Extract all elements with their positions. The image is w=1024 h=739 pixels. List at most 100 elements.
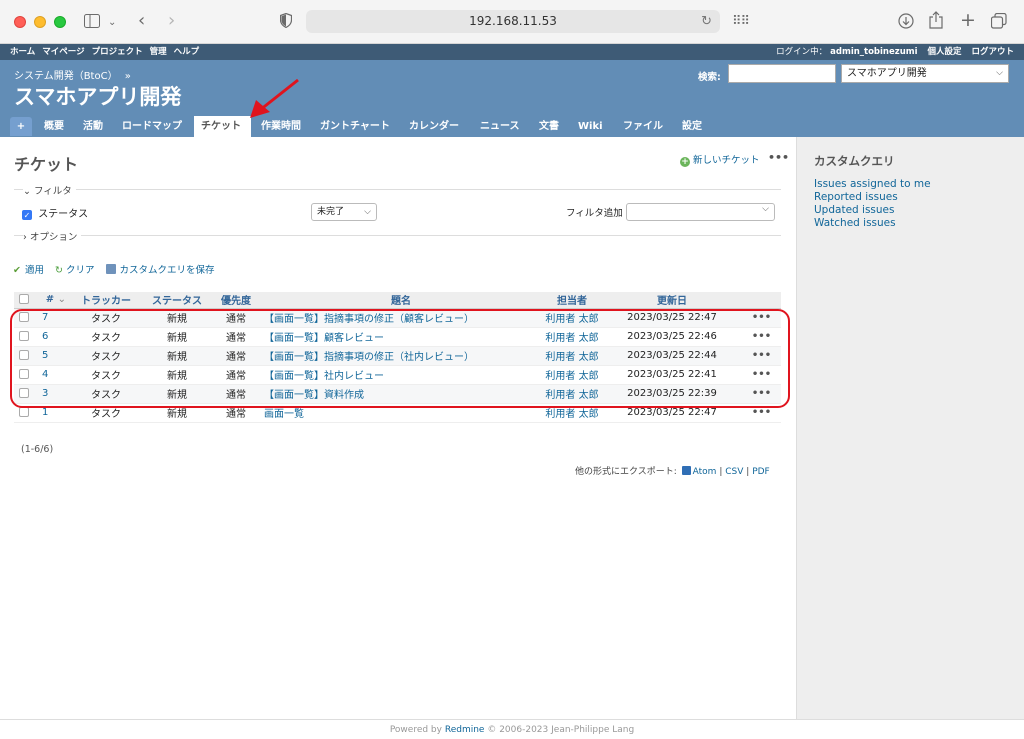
- logout-link[interactable]: ログアウト: [971, 47, 1014, 57]
- top-menu-projects-link[interactable]: プロジェクト: [92, 47, 143, 57]
- query-link-assigned-to-me[interactable]: Issues assigned to me: [814, 178, 931, 190]
- tab-calendar[interactable]: カレンダー: [402, 116, 466, 137]
- project-header: システム開発（BtoC） » スマホアプリ開発 検索: スマホアプリ開発 ⌵ +…: [0, 60, 1024, 137]
- table-header-row: # ⌄ トラッカー ステータス 優先度 題名 担当者 更新日: [14, 292, 781, 309]
- page-title: チケット: [14, 155, 79, 174]
- tab-overview[interactable]: 概要: [37, 116, 71, 137]
- sidebar: カスタムクエリ Issues assigned to me Reported i…: [796, 137, 1024, 719]
- issue-count: (1-6/6): [21, 444, 54, 455]
- select-all-header: [14, 292, 34, 309]
- search-input[interactable]: [728, 64, 836, 83]
- chevron-down-icon[interactable]: ⌄: [108, 15, 116, 31]
- apply-label: 適用: [24, 265, 44, 276]
- column-header-updated[interactable]: 更新日: [602, 292, 742, 309]
- options-legend[interactable]: › オプション: [23, 229, 82, 243]
- status-operator-select[interactable]: 未完了 ⌵: [311, 203, 377, 221]
- tab-wiki[interactable]: Wiki: [571, 116, 610, 137]
- select-all-checkbox[interactable]: [19, 293, 29, 304]
- top-menu-my-page-link[interactable]: マイページ: [42, 47, 84, 57]
- export-label: 他の形式にエクスポート:: [575, 467, 677, 477]
- export-separator: |: [746, 467, 750, 477]
- tab-gantt[interactable]: ガントチャート: [313, 116, 397, 137]
- column-header-priority[interactable]: 優先度: [212, 292, 260, 309]
- save-icon: [105, 264, 116, 274]
- tab-activity[interactable]: 活動: [76, 116, 110, 137]
- chevron-down-icon: ⌵: [762, 204, 769, 214]
- browser-toolbar: ⌄ ‹ › 192.168.11.53 ↻ ⠿⠿ +: [0, 0, 1024, 44]
- status-filter-label: ステータス: [38, 209, 89, 220]
- add-icon: +: [680, 157, 690, 167]
- column-header-status[interactable]: ステータス: [142, 292, 212, 309]
- sidebar-toggle-icon[interactable]: [84, 14, 100, 31]
- tab-news[interactable]: ニュース: [473, 116, 527, 137]
- address-text: 192.168.11.53: [469, 14, 557, 28]
- parent-project-breadcrumb: システム開発（BtoC） »: [14, 67, 131, 82]
- export-pdf-link[interactable]: PDF: [752, 467, 770, 477]
- my-account-link[interactable]: 個人設定: [928, 47, 962, 57]
- filter-legend-label: フィルタ: [34, 186, 72, 197]
- top-menu-help-link[interactable]: ヘルプ: [174, 47, 200, 57]
- filter-legend[interactable]: ⌄ フィルタ: [23, 183, 76, 197]
- tab-settings[interactable]: 設定: [675, 116, 709, 137]
- main-menu-tabs: + 概要 活動 ロードマップ チケット 作業時間 ガントチャート カレンダー ニ…: [0, 116, 1024, 137]
- reload-icon[interactable]: ↻: [701, 10, 712, 33]
- privacy-shield-icon[interactable]: [279, 12, 293, 31]
- sidebar-title: カスタムクエリ: [814, 154, 895, 168]
- chevron-down-icon: ⌵: [996, 68, 1003, 78]
- top-menu: ホーム マイページ プロジェクト 管理 ヘルプ ログイン中： admin_tobinezu…: [0, 44, 1024, 60]
- export-links: 他の形式にエクスポート: Atom | CSV | PDF: [575, 464, 770, 477]
- status-filter-checkbox[interactable]: ✓: [22, 210, 32, 220]
- column-header-tracker[interactable]: トラッカー: [70, 292, 142, 309]
- redmine-link[interactable]: Redmine: [445, 725, 485, 735]
- add-filter-label: フィルタ追加: [566, 208, 623, 219]
- filter-fieldset-border: [14, 189, 781, 190]
- export-atom-link[interactable]: Atom: [693, 467, 717, 477]
- export-csv-link[interactable]: CSV: [725, 467, 743, 477]
- back-arrow-icon[interactable]: ‹: [138, 12, 145, 30]
- add-filter-select[interactable]: ⌵: [626, 203, 775, 221]
- tab-roadmap[interactable]: ロードマップ: [115, 116, 189, 137]
- new-tab-plus-icon[interactable]: +: [960, 11, 976, 30]
- tab-files[interactable]: ファイル: [616, 116, 670, 137]
- apply-button[interactable]: ✔ 適用: [13, 265, 44, 276]
- project-jump-value: スマホアプリ開発: [847, 68, 927, 79]
- more-actions-icon[interactable]: •••: [768, 151, 789, 164]
- column-header-subject[interactable]: 題名: [260, 292, 542, 309]
- annotation-highlight-box: [10, 309, 790, 408]
- tab-documents[interactable]: 文書: [532, 116, 566, 137]
- footer-prefix: Powered by: [389, 725, 442, 735]
- downloads-icon[interactable]: [898, 13, 914, 32]
- top-menu-admin-link[interactable]: 管理: [150, 47, 167, 57]
- options-fieldset-border: [14, 235, 781, 236]
- query-link-reported[interactable]: Reported issues: [814, 191, 898, 203]
- top-menu-home-link[interactable]: ホーム: [10, 47, 35, 57]
- close-window-button[interactable]: [14, 16, 26, 28]
- forward-arrow-icon[interactable]: ›: [168, 12, 175, 30]
- search-label: 検索:: [698, 72, 721, 83]
- share-icon[interactable]: [929, 11, 943, 32]
- tabs-overview-icon[interactable]: [990, 12, 1007, 32]
- tab-overview-grid-icon[interactable]: ⠿⠿: [732, 14, 750, 30]
- sort-chevron-icon: ⌄: [57, 294, 66, 306]
- logged-in-user-link[interactable]: admin_tobinezumi: [830, 47, 917, 57]
- zoom-window-button[interactable]: [54, 16, 66, 28]
- clear-button[interactable]: ↻ クリア: [55, 265, 94, 276]
- export-separator: |: [719, 467, 723, 477]
- row-checkbox[interactable]: [19, 406, 29, 417]
- minimize-window-button[interactable]: [34, 16, 46, 28]
- main-content: チケット + 新しいチケット ••• ⌄ フィルタ ✓ ステータス 未完了 ⌵ フ…: [0, 137, 796, 719]
- tab-new-object[interactable]: +: [10, 117, 32, 136]
- query-link-watched[interactable]: Watched issues: [814, 217, 896, 229]
- address-bar[interactable]: 192.168.11.53 ↻: [306, 10, 720, 33]
- project-title: スマホアプリ開発: [14, 85, 182, 109]
- project-jump-select[interactable]: スマホアプリ開発 ⌵: [841, 64, 1009, 83]
- new-issue-link[interactable]: + 新しいチケット: [680, 152, 760, 167]
- column-header-id[interactable]: # ⌄: [34, 292, 70, 309]
- chevron-right-icon: ›: [23, 232, 27, 243]
- query-link-updated[interactable]: Updated issues: [814, 204, 894, 216]
- tab-issues[interactable]: チケット: [194, 116, 251, 137]
- save-query-button[interactable]: カスタムクエリを保存: [105, 264, 215, 276]
- column-header-assignee[interactable]: 担当者: [542, 292, 602, 309]
- chevron-down-icon: ⌄: [23, 186, 31, 197]
- clear-label: クリア: [65, 265, 95, 276]
